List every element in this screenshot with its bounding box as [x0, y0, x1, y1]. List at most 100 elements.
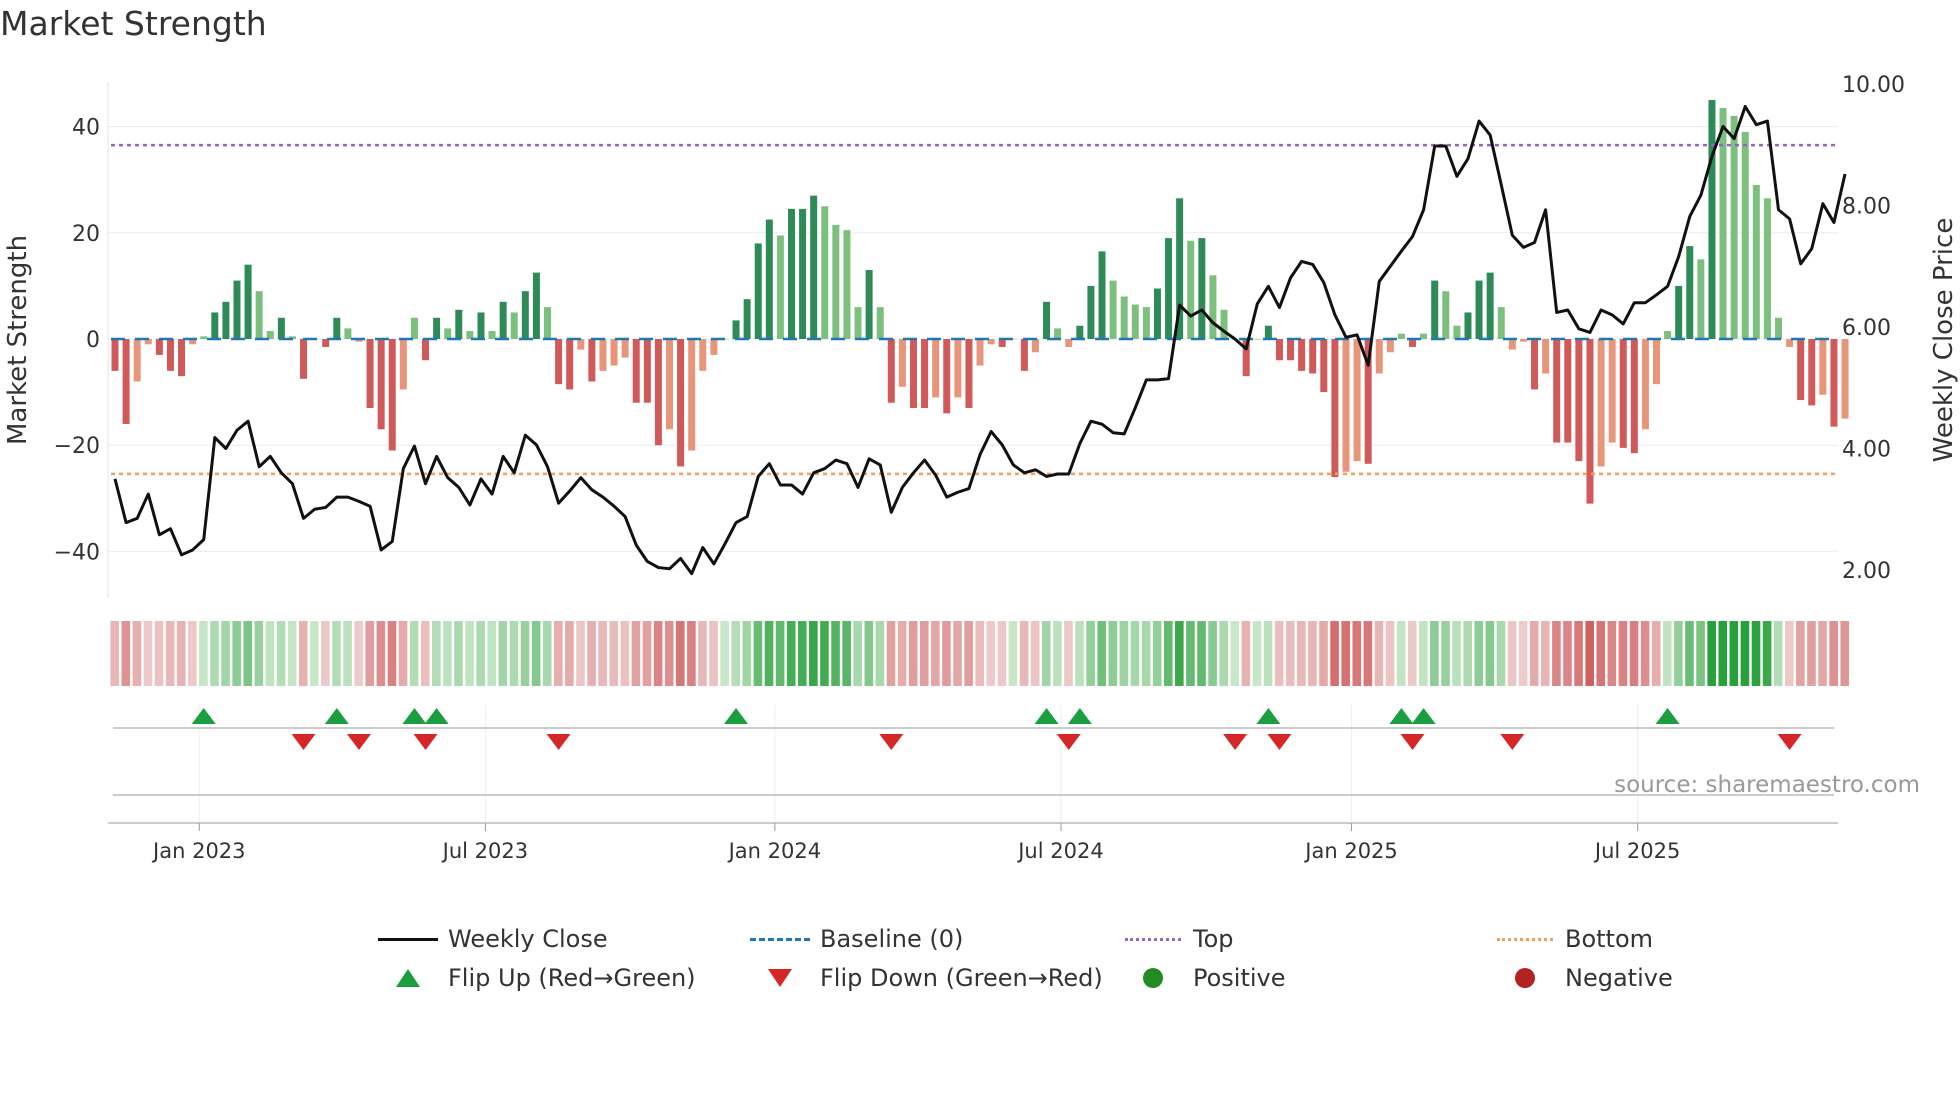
strength-bar [111, 339, 119, 371]
strength-bar [1298, 339, 1306, 371]
heatmap-cell [1385, 621, 1395, 686]
strength-bar [1708, 100, 1716, 339]
strength-bar [1076, 325, 1084, 339]
strength-bar [854, 307, 862, 339]
legend-negative[interactable]: Negative [1495, 964, 1673, 992]
strength-bar [1054, 328, 1062, 339]
heatmap-cell [764, 621, 774, 686]
strength-bar [488, 331, 496, 339]
strength-bar [677, 339, 685, 467]
legend-top[interactable]: Top [1123, 925, 1234, 953]
strength-bar [654, 339, 662, 446]
strength-bar [1431, 280, 1439, 339]
heatmap-cell [332, 621, 341, 686]
strength-bar [765, 219, 773, 339]
legend-baseline[interactable]: Baseline (0) [750, 925, 963, 953]
legend-flip-down[interactable]: Flip Down (Green→Red) [750, 964, 1103, 992]
strength-bar [1153, 288, 1161, 339]
heatmap-cell [986, 621, 996, 686]
heatmap-cell [675, 621, 685, 686]
heatmap-cell [875, 621, 885, 686]
heatmap-cell [975, 621, 985, 686]
heatmap-cell [1241, 621, 1251, 686]
heatmap-cell [1751, 621, 1761, 686]
heatmap-cell [886, 621, 896, 686]
strength-bar [1320, 339, 1328, 393]
legend-bottom[interactable]: Bottom [1495, 925, 1653, 953]
heatmap-cell [1374, 621, 1384, 686]
strength-bar [976, 339, 984, 366]
strength-bar [1763, 198, 1771, 339]
heatmap-cell [1419, 621, 1428, 686]
strength-bar [1830, 339, 1838, 427]
strength-bar [1630, 339, 1638, 454]
strength-bar [1331, 339, 1339, 478]
strength-bar [1253, 339, 1261, 340]
triangle-up-icon [378, 968, 438, 988]
market-strength-chart: 40 20 0 −20 −40 10.00 8.00 6.00 4.00 2.00 Market S… [3, 73, 1959, 863]
strength-bar [1453, 325, 1461, 339]
heatmap-cell [199, 621, 208, 686]
heatmap-cell [143, 621, 153, 686]
heatmap-cell [797, 621, 807, 686]
heatmap-cell [1773, 621, 1783, 686]
strength-bar [344, 328, 352, 339]
heatmap-cell [653, 621, 663, 686]
strength-bar [887, 339, 895, 403]
heatmap-cell [1474, 621, 1484, 686]
strength-bar [1608, 339, 1616, 443]
strength-bar [1043, 301, 1051, 339]
legend-positive[interactable]: Positive [1123, 964, 1286, 992]
y-axis-title: Market Strength [3, 235, 33, 445]
y-tick-label: −20 [54, 434, 100, 459]
strength-bar [566, 339, 574, 390]
y2-tick-label: 4.00 [1842, 438, 1891, 463]
heatmap-cell [232, 621, 241, 686]
heatmap-cell [1319, 621, 1328, 686]
strength-bar [122, 339, 130, 424]
dash-swatch-icon [750, 929, 810, 949]
strength-bar [521, 291, 529, 339]
strength-bar [433, 317, 441, 339]
heatmap-cell [387, 621, 397, 686]
strength-bar [1442, 291, 1450, 339]
heatmap-cell [1696, 621, 1705, 686]
heatmap-cell [1784, 621, 1794, 686]
flip-down-marker [413, 734, 438, 750]
flip-up-marker [1034, 708, 1059, 724]
strength-bar [943, 339, 951, 414]
flip-down-marker [1400, 734, 1425, 750]
strength-bar [1375, 339, 1383, 374]
heatmap-cell [1574, 621, 1583, 686]
heatmap-cell [1297, 621, 1306, 686]
heatmap-cell [1618, 621, 1628, 686]
strength-bar [1475, 280, 1483, 339]
legend-flip-up[interactable]: Flip Up (Red→Green) [378, 964, 696, 992]
heatmap-cell [432, 621, 441, 686]
heatmap-cell [1607, 621, 1617, 686]
flip-up-marker [1067, 708, 1092, 724]
strength-bar [799, 208, 807, 339]
heatmap-cell [1629, 621, 1639, 686]
strength-bar [155, 339, 163, 355]
strength-bar [832, 224, 840, 339]
heatmap-cell [1308, 621, 1317, 686]
heatmap-cell [1807, 621, 1816, 686]
heatmap-cell [609, 621, 619, 686]
strength-bar [410, 317, 418, 339]
strength-bar [211, 312, 219, 339]
heatmap-cell [1485, 621, 1495, 686]
heatmap-cell [687, 621, 696, 686]
flip-up-marker [402, 708, 427, 724]
strength-bar [1209, 275, 1217, 339]
strength-bar [1519, 339, 1527, 342]
heatmap-cell [1552, 621, 1561, 686]
strength-bar [1575, 339, 1583, 462]
legend-weekly-close[interactable]: Weekly Close [378, 925, 608, 953]
strength-bar [1664, 331, 1672, 339]
strength-bar [865, 269, 873, 339]
strength-bar [1397, 333, 1405, 339]
strength-bar [510, 312, 518, 339]
strength-bar [277, 317, 285, 339]
strength-bar [255, 291, 263, 339]
